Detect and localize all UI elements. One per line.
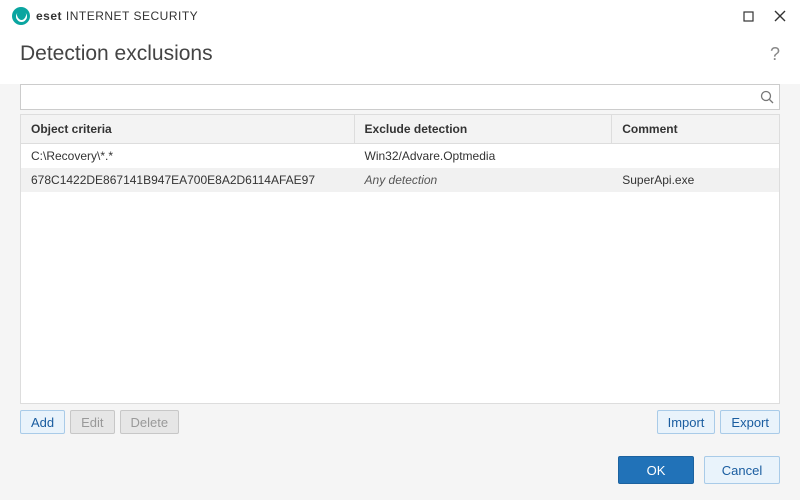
search-input[interactable] bbox=[20, 84, 780, 110]
cell-object: C:\Recovery\*.* bbox=[21, 144, 355, 168]
table-header: Object criteria Exclude detection Commen… bbox=[21, 114, 779, 144]
cell-comment: SuperApi.exe bbox=[612, 168, 779, 192]
searchbar bbox=[20, 84, 780, 110]
page-title: Detection exclusions bbox=[20, 42, 213, 66]
cell-object: 678C1422DE867141B947EA700E8A2D6114AFAE97 bbox=[21, 168, 355, 192]
close-icon bbox=[774, 10, 786, 22]
col-comment[interactable]: Comment bbox=[612, 115, 779, 143]
cancel-button[interactable]: Cancel bbox=[704, 456, 780, 484]
maximize-button[interactable] bbox=[732, 2, 764, 30]
footer: OK Cancel bbox=[0, 442, 800, 500]
cell-detection: Any detection bbox=[355, 168, 613, 192]
delete-button[interactable]: Delete bbox=[120, 410, 180, 434]
brand-text: eset INTERNET SECURITY bbox=[36, 9, 198, 23]
app-logo: eset INTERNET SECURITY bbox=[12, 7, 198, 25]
cell-detection: Win32/Advare.Optmedia bbox=[355, 144, 613, 168]
logo-icon bbox=[12, 7, 30, 25]
import-button[interactable]: Import bbox=[657, 410, 716, 434]
action-bar: Add Edit Delete Import Export bbox=[20, 404, 780, 434]
window-controls bbox=[732, 2, 796, 30]
table-body: C:\Recovery\*.*Win32/Advare.Optmedia678C… bbox=[21, 144, 779, 403]
table-row[interactable]: 678C1422DE867141B947EA700E8A2D6114AFAE97… bbox=[21, 168, 779, 192]
content: Object criteria Exclude detection Commen… bbox=[0, 84, 800, 442]
add-button[interactable]: Add bbox=[20, 410, 65, 434]
titlebar: eset INTERNET SECURITY bbox=[0, 0, 800, 32]
ok-button[interactable]: OK bbox=[618, 456, 694, 484]
table-row[interactable]: C:\Recovery\*.*Win32/Advare.Optmedia bbox=[21, 144, 779, 168]
col-exclude-detection[interactable]: Exclude detection bbox=[355, 115, 613, 143]
col-object-criteria[interactable]: Object criteria bbox=[21, 115, 355, 143]
close-button[interactable] bbox=[764, 2, 796, 30]
help-button[interactable]: ? bbox=[770, 44, 780, 65]
edit-button[interactable]: Edit bbox=[70, 410, 114, 434]
cell-comment bbox=[612, 144, 779, 168]
header: Detection exclusions ? bbox=[0, 32, 800, 84]
exclusions-table: Object criteria Exclude detection Commen… bbox=[20, 114, 780, 404]
export-button[interactable]: Export bbox=[720, 410, 780, 434]
maximize-icon bbox=[743, 11, 754, 22]
